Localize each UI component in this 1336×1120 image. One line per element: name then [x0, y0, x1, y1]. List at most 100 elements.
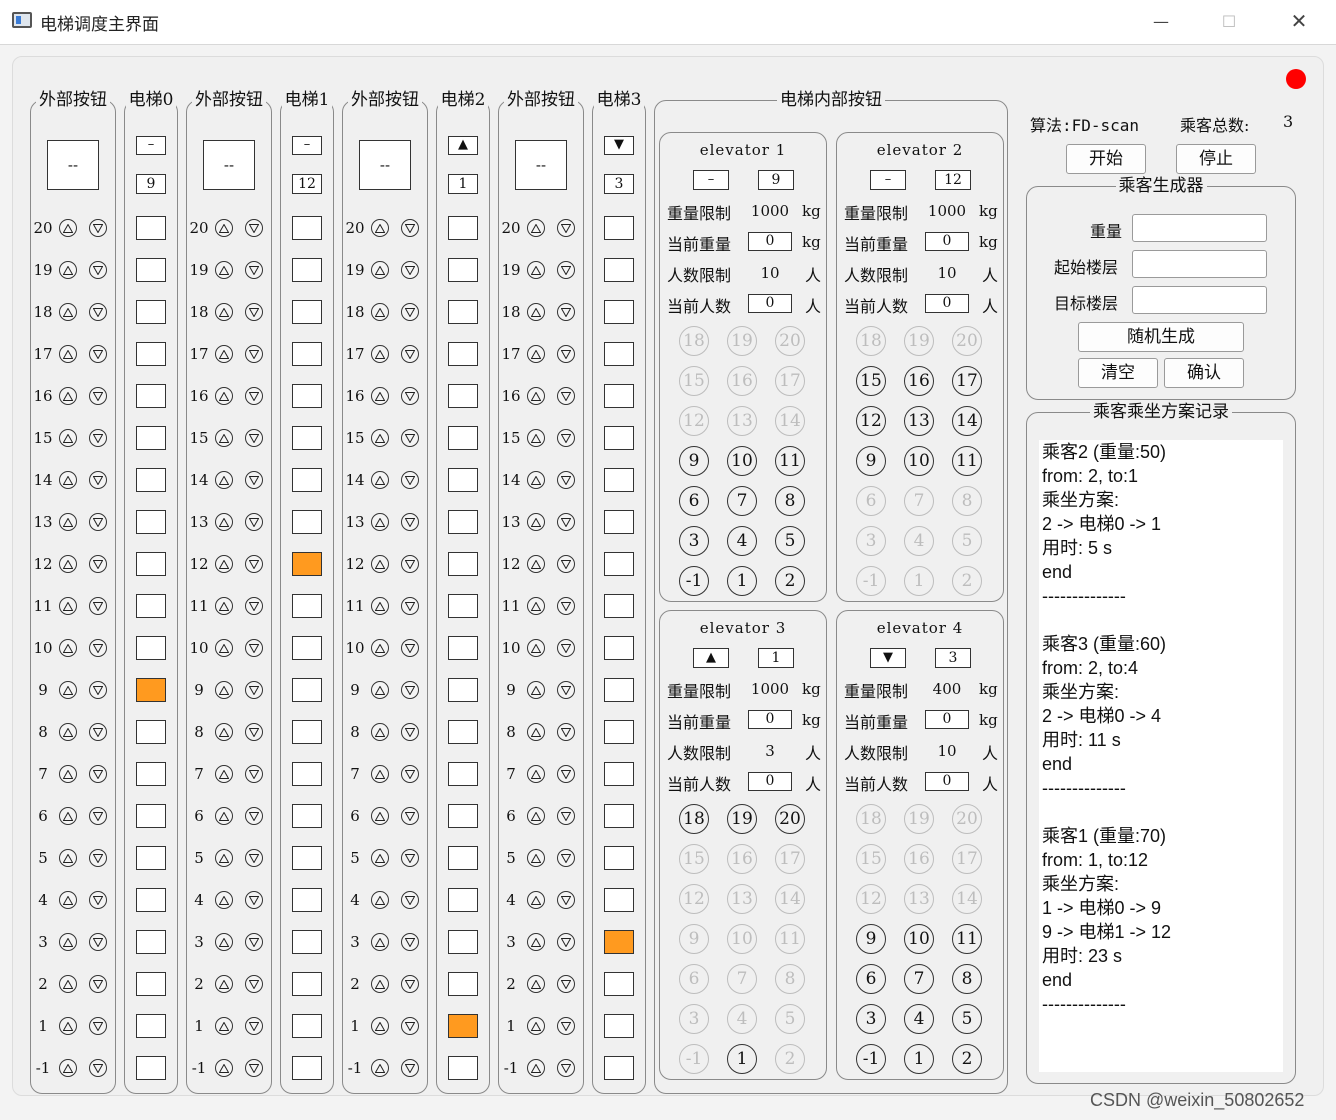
inner-floor-button-1[interactable]: 1	[727, 1044, 757, 1074]
inner-floor-button-12[interactable]: 12	[679, 406, 709, 436]
inner-floor-button-4[interactable]: 4	[727, 526, 757, 556]
call-up-button-floor-12[interactable]	[371, 555, 389, 573]
inner-floor-button-7[interactable]: 7	[727, 486, 757, 516]
call-up-button-floor-17[interactable]	[59, 345, 77, 363]
call-up-button-floor-17[interactable]	[215, 345, 233, 363]
call-up-button-floor-6[interactable]	[215, 807, 233, 825]
confirm-button[interactable]: 确认	[1164, 358, 1244, 388]
call-up-button-floor-10[interactable]	[527, 639, 545, 657]
inner-floor-button-4[interactable]: 4	[904, 1004, 934, 1034]
call-down-button-floor-12[interactable]	[245, 555, 263, 573]
call-down-button-floor-2[interactable]	[245, 975, 263, 993]
call-up-button-floor-13[interactable]	[59, 513, 77, 531]
call-up-button-floor-14[interactable]	[215, 471, 233, 489]
call-down-button-floor-5[interactable]	[245, 849, 263, 867]
call-up-button-floor-11[interactable]	[59, 597, 77, 615]
call-up-button-floor-20[interactable]	[527, 219, 545, 237]
call-up-button-floor-2[interactable]	[215, 975, 233, 993]
call-down-button-floor-8[interactable]	[89, 723, 107, 741]
inner-floor-button-1[interactable]: 1	[904, 566, 934, 596]
inner-floor-button-14[interactable]: 14	[952, 406, 982, 436]
call-up-button-floor-1[interactable]	[371, 1017, 389, 1035]
inner-floor-button-9[interactable]: 9	[679, 924, 709, 954]
inner-floor-button-16[interactable]: 16	[904, 844, 934, 874]
call-down-button-floor-7[interactable]	[401, 765, 419, 783]
inner-floor-button-10[interactable]: 10	[727, 446, 757, 476]
call-up-button-floor-20[interactable]	[215, 219, 233, 237]
inner-floor-button-9[interactable]: 9	[856, 446, 886, 476]
target-floor-input[interactable]	[1132, 286, 1267, 314]
call-down-button-floor-10[interactable]	[245, 639, 263, 657]
inner-floor-button-19[interactable]: 19	[904, 326, 934, 356]
call-up-button-floor-4[interactable]	[59, 891, 77, 909]
call-up-button-floor-3[interactable]	[215, 933, 233, 951]
call-up-button-floor-19[interactable]	[371, 261, 389, 279]
call-down-button-floor-14[interactable]	[557, 471, 575, 489]
minimize-button[interactable]: —	[1138, 6, 1184, 36]
call-up-button-floor-15[interactable]	[527, 429, 545, 447]
call-down-button-floor--1[interactable]	[401, 1059, 419, 1077]
call-down-button-floor-13[interactable]	[89, 513, 107, 531]
call-up-button-floor-9[interactable]	[527, 681, 545, 699]
inner-floor-button-7[interactable]: 7	[904, 486, 934, 516]
inner-floor-button-10[interactable]: 10	[727, 924, 757, 954]
call-up-button-floor-10[interactable]	[59, 639, 77, 657]
call-up-button-floor-18[interactable]	[215, 303, 233, 321]
start-floor-input[interactable]	[1132, 250, 1267, 278]
call-down-button-floor-15[interactable]	[89, 429, 107, 447]
inner-floor-button-7[interactable]: 7	[904, 964, 934, 994]
inner-floor-button-18[interactable]: 18	[679, 804, 709, 834]
call-down-button-floor-3[interactable]	[89, 933, 107, 951]
call-down-button-floor-6[interactable]	[557, 807, 575, 825]
call-down-button-floor-12[interactable]	[401, 555, 419, 573]
maximize-button[interactable]: ☐	[1206, 6, 1252, 36]
call-down-button-floor-16[interactable]	[245, 387, 263, 405]
call-up-button-floor--1[interactable]	[59, 1059, 77, 1077]
call-down-button-floor-15[interactable]	[557, 429, 575, 447]
inner-floor-button-5[interactable]: 5	[775, 526, 805, 556]
call-up-button-floor-6[interactable]	[371, 807, 389, 825]
inner-floor-button-16[interactable]: 16	[727, 844, 757, 874]
call-down-button-floor-11[interactable]	[401, 597, 419, 615]
call-down-button-floor-1[interactable]	[557, 1017, 575, 1035]
call-up-button-floor-14[interactable]	[59, 471, 77, 489]
inner-floor-button-18[interactable]: 18	[856, 804, 886, 834]
call-down-button-floor-10[interactable]	[89, 639, 107, 657]
call-up-button-floor-9[interactable]	[371, 681, 389, 699]
call-down-button-floor-14[interactable]	[89, 471, 107, 489]
call-up-button-floor--1[interactable]	[371, 1059, 389, 1077]
inner-floor-button-6[interactable]: 6	[856, 964, 886, 994]
call-down-button-floor-10[interactable]	[557, 639, 575, 657]
call-up-button-floor-7[interactable]	[215, 765, 233, 783]
start-button[interactable]: 开始	[1066, 144, 1146, 174]
call-down-button-floor-17[interactable]	[557, 345, 575, 363]
call-down-button-floor-15[interactable]	[401, 429, 419, 447]
inner-floor-button-14[interactable]: 14	[775, 884, 805, 914]
call-down-button-floor-6[interactable]	[89, 807, 107, 825]
call-down-button-floor-9[interactable]	[557, 681, 575, 699]
call-up-button-floor-4[interactable]	[215, 891, 233, 909]
call-down-button-floor-17[interactable]	[89, 345, 107, 363]
call-up-button-floor-18[interactable]	[59, 303, 77, 321]
call-up-button-floor-8[interactable]	[371, 723, 389, 741]
call-up-button-floor-19[interactable]	[215, 261, 233, 279]
call-up-button-floor--1[interactable]	[215, 1059, 233, 1077]
call-down-button-floor-9[interactable]	[89, 681, 107, 699]
weight-input[interactable]	[1132, 214, 1267, 242]
inner-floor-button-2[interactable]: 2	[952, 566, 982, 596]
call-up-button-floor-18[interactable]	[527, 303, 545, 321]
call-down-button-floor-4[interactable]	[401, 891, 419, 909]
call-down-button-floor-3[interactable]	[245, 933, 263, 951]
call-down-button-floor-18[interactable]	[245, 303, 263, 321]
inner-floor-button-3[interactable]: 3	[856, 1004, 886, 1034]
call-down-button-floor-13[interactable]	[557, 513, 575, 531]
call-down-button-floor-14[interactable]	[401, 471, 419, 489]
call-up-button-floor-20[interactable]	[59, 219, 77, 237]
call-up-button-floor--1[interactable]	[527, 1059, 545, 1077]
call-up-button-floor-6[interactable]	[59, 807, 77, 825]
call-up-button-floor-16[interactable]	[59, 387, 77, 405]
inner-floor-button--1[interactable]: -1	[856, 1044, 886, 1074]
inner-floor-button-3[interactable]: 3	[679, 1004, 709, 1034]
call-down-button-floor-4[interactable]	[557, 891, 575, 909]
call-down-button-floor-20[interactable]	[557, 219, 575, 237]
